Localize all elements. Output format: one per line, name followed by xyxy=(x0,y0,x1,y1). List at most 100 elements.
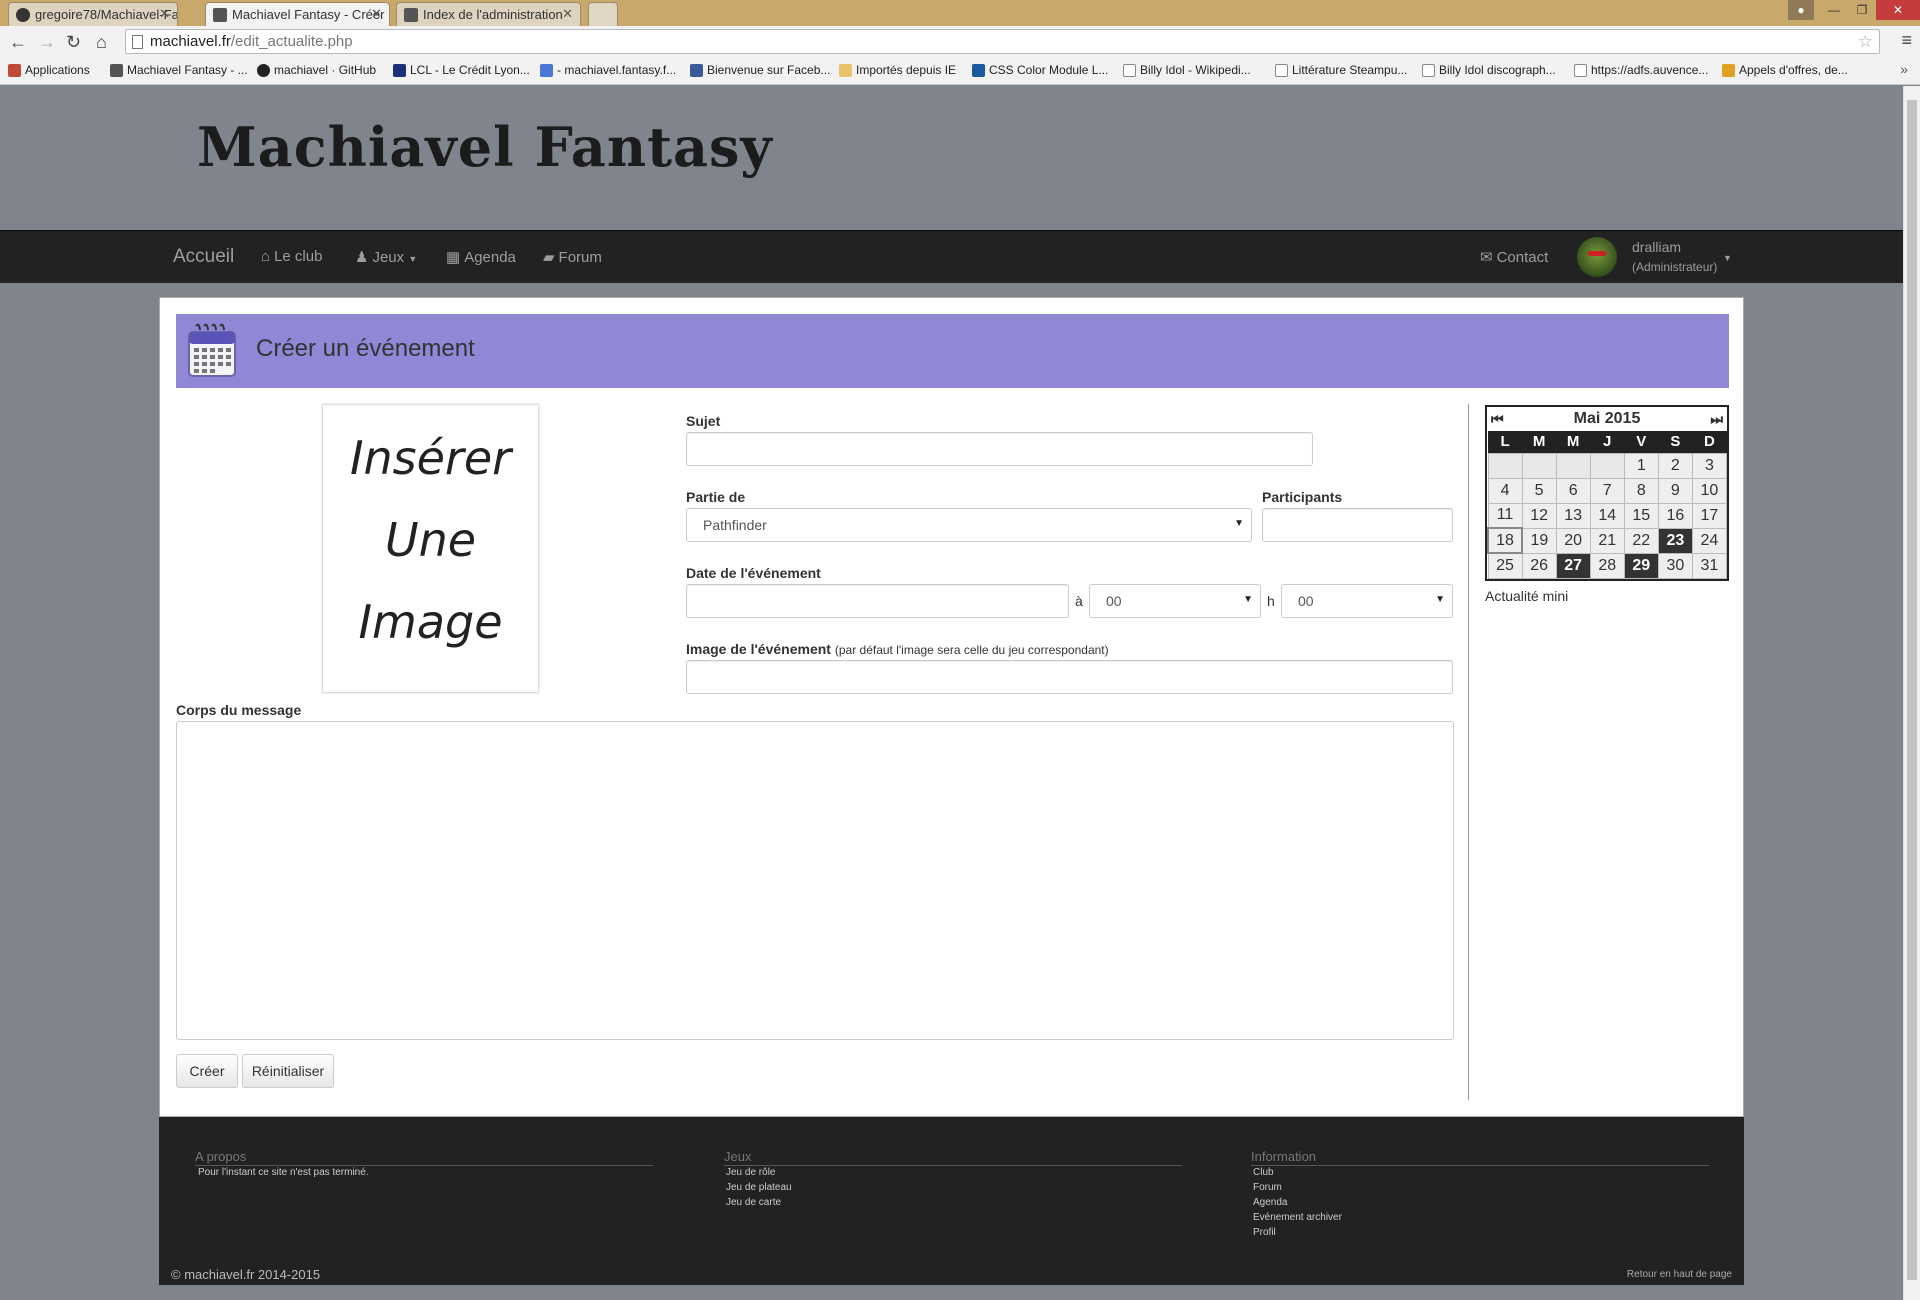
restore-icon[interactable]: ❐ xyxy=(1848,0,1876,20)
calendar-day[interactable]: 29 xyxy=(1623,552,1659,579)
reset-button[interactable]: Réinitialiser xyxy=(242,1054,334,1088)
calendar-day[interactable]: 5 xyxy=(1521,477,1557,504)
close-tab-icon[interactable]: ✕ xyxy=(562,6,573,22)
bookmark-item[interactable]: LCL - Le Crédit Lyon... xyxy=(393,63,530,77)
page-icon xyxy=(1574,64,1587,77)
hour-selected: 00 xyxy=(1106,593,1122,609)
browser-menu-icon[interactable]: ≡ xyxy=(1901,30,1912,51)
reload-icon[interactable]: ↻ xyxy=(66,32,81,53)
bookmark-item[interactable]: Importés depuis IE xyxy=(839,63,956,77)
close-tab-icon[interactable]: ✕ xyxy=(159,6,170,22)
bookmark-item[interactable]: Machiavel Fantasy - ... xyxy=(110,63,248,77)
participants-input[interactable] xyxy=(1262,508,1453,542)
calendar-day[interactable]: 15 xyxy=(1623,502,1659,529)
nav-forum[interactable]: ▰ Forum xyxy=(543,248,602,266)
bookmark-item[interactable]: Littérature Steampu... xyxy=(1275,63,1407,77)
message-body-textarea[interactable] xyxy=(176,721,1454,1040)
address-bar[interactable]: machiavel.fr/edit_actualite.php ☆ xyxy=(125,29,1880,54)
calendar-day[interactable]: 12 xyxy=(1521,502,1557,529)
calendar-day[interactable]: 13 xyxy=(1555,502,1591,529)
minimize-icon[interactable]: — xyxy=(1820,0,1848,20)
create-button[interactable]: Créer xyxy=(176,1054,238,1088)
calendar-day[interactable]: 11 xyxy=(1487,502,1523,529)
profile-icon[interactable]: ● xyxy=(1788,0,1814,20)
bookmark-item[interactable]: Applications xyxy=(8,63,90,77)
calendar-day[interactable]: 4 xyxy=(1487,477,1523,504)
calendar-day[interactable]: 16 xyxy=(1657,502,1693,529)
calendar-day[interactable]: 23 xyxy=(1657,527,1693,554)
forward-icon[interactable]: → xyxy=(38,32,56,53)
user-name[interactable]: dralliam xyxy=(1632,239,1681,255)
footer-link[interactable]: Club xyxy=(1253,1167,1274,1178)
calendar-day[interactable]: 26 xyxy=(1521,552,1557,579)
new-tab-button[interactable] xyxy=(588,2,618,26)
date-input[interactable] xyxy=(686,584,1069,618)
browser-tab[interactable]: Index de l'administration ✕ xyxy=(396,2,581,26)
event-image-placeholder[interactable]: Insérer Une Image xyxy=(322,404,539,693)
close-tab-icon[interactable]: ✕ xyxy=(371,6,382,22)
calendar-day[interactable]: 30 xyxy=(1657,552,1693,579)
calendar-day[interactable]: 20 xyxy=(1555,527,1591,554)
next-month-icon[interactable]: ⏭ xyxy=(1710,407,1723,431)
scrollbar-thumb[interactable] xyxy=(1907,100,1917,1280)
user-menu-chevron-icon[interactable]: ▼ xyxy=(1723,253,1732,263)
calendar-day[interactable]: 24 xyxy=(1691,527,1728,554)
browser-tab[interactable]: gregoire78/Machiavel-Fa ✕ xyxy=(8,2,178,26)
calendar-day[interactable]: 6 xyxy=(1555,477,1591,504)
nav-games-dropdown[interactable]: ♟ Jeux ▼ xyxy=(355,248,417,266)
calendar-day[interactable]: 8 xyxy=(1623,477,1659,504)
calendar-day[interactable]: 3 xyxy=(1691,452,1728,479)
bookmark-item[interactable]: https://adfs.auvence... xyxy=(1574,63,1708,77)
bookmark-item[interactable]: - machiavel.fantasy.f... xyxy=(540,63,676,77)
footer-link[interactable]: Jeu de carte xyxy=(726,1197,781,1208)
part-of-select[interactable]: Pathfinder ▼ xyxy=(686,508,1252,542)
footer-link[interactable]: Forum xyxy=(1253,1182,1282,1193)
prev-month-icon[interactable]: ⏮ xyxy=(1491,407,1504,431)
calendar-day[interactable]: 25 xyxy=(1487,552,1523,579)
bookmark-item[interactable]: Appels d'offres, de... xyxy=(1722,63,1848,77)
back-to-top-link[interactable]: Retour en haut de page xyxy=(1627,1269,1732,1280)
avatar[interactable] xyxy=(1577,237,1617,277)
site-logo[interactable]: Machiavel Fantasy xyxy=(197,115,773,179)
footer-link[interactable]: Evénement archiver xyxy=(1253,1212,1342,1223)
nav-contact[interactable]: ✉ Contact xyxy=(1480,248,1548,266)
bookmark-star-icon[interactable]: ☆ xyxy=(1858,32,1873,52)
home-icon[interactable]: ⌂ xyxy=(96,32,107,53)
calendar-day[interactable]: 1 xyxy=(1623,452,1659,479)
calendar-day[interactable]: 17 xyxy=(1691,502,1728,529)
hour-select[interactable]: 00 ▼ xyxy=(1089,584,1261,618)
bookmark-item[interactable]: Billy Idol - Wikipedi... xyxy=(1123,63,1251,77)
bookmark-item[interactable]: CSS Color Module L... xyxy=(972,63,1108,77)
back-icon[interactable]: ← xyxy=(9,32,27,53)
browser-tab-active[interactable]: Machiavel Fantasy - Créer ✕ xyxy=(205,2,390,26)
footer-link[interactable]: Agenda xyxy=(1253,1197,1287,1208)
bookmark-item[interactable]: machiavel · GitHub xyxy=(257,63,376,77)
footer-link[interactable]: Jeu de rôle xyxy=(726,1167,775,1178)
calendar-day[interactable]: 22 xyxy=(1623,527,1659,554)
bookmark-item[interactable]: Billy Idol discograph... xyxy=(1422,63,1556,77)
calendar-day[interactable]: 10 xyxy=(1691,477,1728,504)
calendar-day[interactable]: 18 xyxy=(1486,527,1524,554)
nav-club[interactable]: ⌂ Le club xyxy=(261,248,322,265)
nav-home[interactable]: Accueil xyxy=(173,246,234,268)
bookmark-item[interactable]: Bienvenue sur Faceb... xyxy=(690,63,830,77)
wikipedia-icon xyxy=(1422,64,1435,77)
calendar-day[interactable]: 21 xyxy=(1589,527,1625,554)
footer-link[interactable]: Profil xyxy=(1253,1227,1276,1238)
nav-agenda[interactable]: ▦ Agenda xyxy=(446,248,516,266)
calendar-day[interactable]: 28 xyxy=(1589,552,1625,579)
calendar-day[interactable]: 14 xyxy=(1589,502,1625,529)
calendar-day[interactable]: 27 xyxy=(1555,552,1591,579)
page-scrollbar[interactable] xyxy=(1903,86,1920,1300)
minute-select[interactable]: 00 ▼ xyxy=(1281,584,1453,618)
calendar-day[interactable]: 19 xyxy=(1521,527,1557,554)
window-close-icon[interactable]: ✕ xyxy=(1876,0,1920,20)
calendar-day[interactable]: 31 xyxy=(1691,552,1728,579)
calendar-day[interactable]: 2 xyxy=(1657,452,1693,479)
subject-input[interactable] xyxy=(686,432,1313,466)
calendar-day[interactable]: 7 xyxy=(1589,477,1625,504)
calendar-day[interactable]: 9 xyxy=(1657,477,1693,504)
event-image-input[interactable] xyxy=(686,660,1453,694)
more-bookmarks-icon[interactable]: » xyxy=(1900,61,1908,77)
footer-link[interactable]: Jeu de plateau xyxy=(726,1182,792,1193)
